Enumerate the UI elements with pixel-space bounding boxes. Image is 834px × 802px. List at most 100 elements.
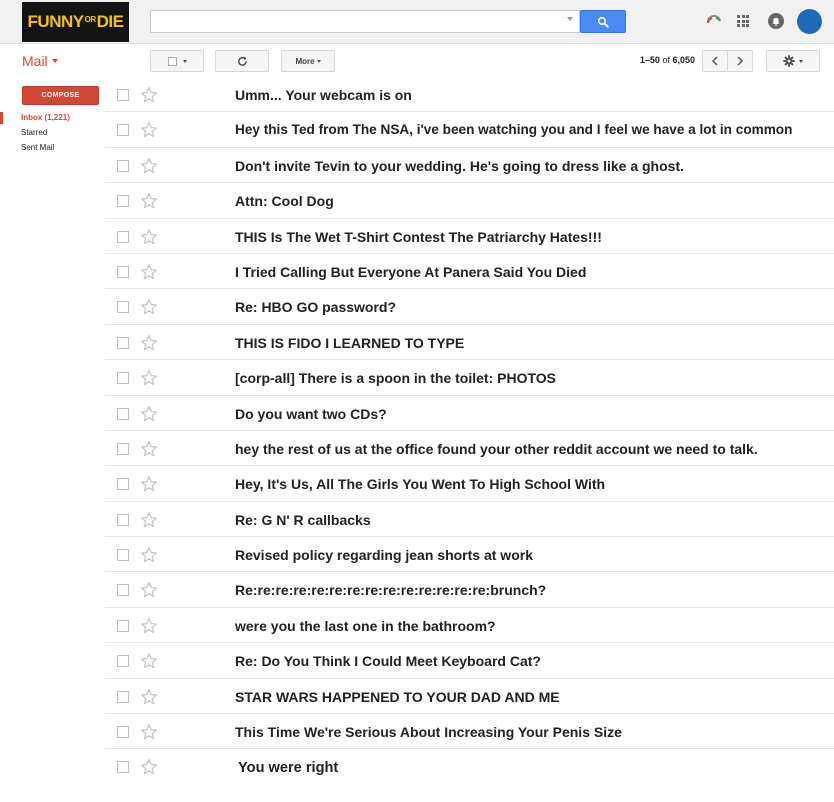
message-checkbox[interactable] (117, 655, 129, 668)
message-row[interactable]: Don't invite Tevin to your wedding. He's… (105, 148, 834, 184)
select-all-button[interactable] (150, 50, 204, 72)
notifications-icon[interactable] (768, 13, 784, 29)
star-icon[interactable] (140, 263, 158, 281)
message-subject: I Tried Calling But Everyone At Panera S… (235, 263, 587, 280)
message-list: Umm... Your webcam is on Hey this Ted fr… (105, 77, 834, 785)
message-checkbox[interactable] (117, 442, 129, 455)
mail-label: Mail (22, 53, 48, 69)
message-row[interactable]: Revised policy regarding jean shorts at … (105, 537, 834, 573)
message-subject: Don't invite Tevin to your wedding. He's… (235, 157, 684, 174)
newer-page-button[interactable] (727, 50, 753, 72)
compose-button[interactable]: COMPOSE (22, 86, 99, 105)
chevron-down-icon (799, 59, 803, 63)
apps-grid-icon[interactable] (737, 15, 749, 27)
star-icon[interactable] (140, 723, 158, 741)
message-row[interactable]: Attn: Cool Dog (105, 183, 834, 219)
sidebar-item-inbox[interactable]: Inbox (1,221) (0, 112, 104, 127)
chevron-right-icon (737, 56, 744, 66)
star-icon[interactable] (140, 298, 158, 316)
message-row[interactable]: THIS Is The Wet T-Shirt Contest The Patr… (105, 219, 834, 254)
select-all-checkbox[interactable] (167, 56, 177, 66)
message-row[interactable]: I Tried Calling But Everyone At Panera S… (105, 254, 834, 290)
message-checkbox[interactable] (117, 230, 129, 243)
message-checkbox[interactable] (117, 124, 129, 137)
settings-button[interactable] (766, 50, 820, 72)
message-checkbox[interactable] (117, 726, 129, 739)
message-checkbox[interactable] (117, 195, 129, 208)
star-icon[interactable] (140, 652, 158, 670)
avatar[interactable] (797, 9, 822, 34)
message-row[interactable]: Hey this Ted from The NSA, i've been wat… (105, 112, 834, 148)
message-checkbox[interactable] (117, 301, 129, 314)
message-row[interactable]: Re: Do You Think I Could Meet Keyboard C… (105, 643, 834, 679)
message-row[interactable]: were you the last one in the bathroom? (105, 608, 834, 644)
message-checkbox[interactable] (117, 549, 129, 562)
message-checkbox[interactable] (117, 513, 129, 526)
message-checkbox[interactable] (117, 372, 129, 385)
message-subject: hey the rest of us at the office found y… (235, 440, 758, 457)
star-icon[interactable] (140, 86, 158, 104)
message-checkbox[interactable] (117, 336, 129, 349)
message-row[interactable]: THIS IS FIDO I LEARNED TO TYPE (105, 325, 834, 361)
message-row[interactable]: Do you want two CDs? (105, 396, 834, 431)
message-subject: Re:re:re:re:re:re:re:re:re:re:re:re:re:r… (235, 582, 547, 599)
message-checkbox[interactable] (117, 619, 129, 632)
sidebar-item-sent-mail[interactable]: Sent Mail (0, 142, 104, 157)
star-icon[interactable] (140, 334, 158, 352)
search-input[interactable] (151, 11, 579, 32)
message-subject: You were right (238, 760, 339, 777)
star-icon[interactable] (140, 369, 158, 387)
message-checkbox[interactable] (117, 407, 129, 420)
message-row[interactable]: hey the rest of us at the office found y… (105, 431, 834, 467)
message-checkbox[interactable] (117, 89, 129, 101)
star-icon[interactable] (140, 192, 158, 210)
star-icon[interactable] (140, 475, 158, 493)
sidebar-item-label: Starred (21, 128, 48, 137)
star-icon[interactable] (140, 157, 158, 175)
message-row[interactable]: [corp-all] There is a spoon in the toile… (105, 360, 834, 396)
message-row[interactable]: STAR WARS HAPPENED TO YOUR DAD AND ME (105, 679, 834, 715)
message-subject: STAR WARS HAPPENED TO YOUR DAD AND ME (235, 688, 560, 705)
message-checkbox[interactable] (117, 584, 129, 597)
message-row[interactable]: Re:re:re:re:re:re:re:re:re:re:re:re:re:r… (105, 572, 834, 608)
star-icon[interactable] (140, 228, 158, 246)
chevron-left-icon (711, 56, 718, 66)
message-row[interactable]: You were right (105, 749, 834, 784)
message-row[interactable]: Re: G N' R callbacks (105, 502, 834, 538)
pagination-range: 1–50 (639, 55, 660, 65)
message-checkbox[interactable] (117, 159, 129, 172)
star-icon[interactable] (140, 758, 158, 776)
message-row[interactable]: Umm... Your webcam is on (105, 77, 834, 113)
older-page-button[interactable] (702, 50, 728, 72)
refresh-button[interactable] (215, 50, 269, 72)
search-button[interactable] (580, 10, 626, 33)
star-icon[interactable] (140, 546, 158, 564)
message-checkbox[interactable] (117, 761, 129, 774)
chevron-down-icon (316, 59, 321, 63)
message-subject: This Time We're Serious About Increasing… (235, 724, 622, 741)
star-icon[interactable] (140, 581, 158, 599)
message-subject: THIS IS FIDO I LEARNED TO TYPE (235, 334, 465, 351)
more-button[interactable]: More (281, 50, 335, 72)
sidebar-item-starred[interactable]: Starred (0, 127, 104, 142)
star-icon[interactable] (140, 121, 158, 139)
star-icon[interactable] (140, 405, 158, 423)
message-checkbox[interactable] (117, 265, 129, 278)
search-options-caret-icon[interactable] (567, 17, 573, 21)
star-icon[interactable] (140, 688, 158, 706)
message-subject: [corp-all] There is a spoon in the toile… (235, 370, 556, 387)
star-icon[interactable] (140, 617, 158, 635)
pagination-of: of (662, 55, 670, 65)
message-row[interactable]: Hey, It's Us, All The Girls You Went To … (105, 466, 834, 502)
mail-app-switcher[interactable]: Mail (22, 53, 58, 69)
message-row[interactable]: This Time We're Serious About Increasing… (105, 714, 834, 750)
message-subject: THIS Is The Wet T-Shirt Contest The Patr… (235, 228, 602, 245)
search-input-container[interactable] (150, 10, 580, 33)
star-icon[interactable] (140, 511, 158, 529)
message-checkbox[interactable] (117, 478, 129, 491)
message-subject: Attn: Cool Dog (235, 193, 334, 210)
message-row[interactable]: Re: HBO GO password? (105, 289, 834, 325)
message-checkbox[interactable] (117, 690, 129, 703)
funny-or-die-logo[interactable]: FUNNYORDIE (22, 2, 129, 42)
star-icon[interactable] (140, 440, 158, 458)
